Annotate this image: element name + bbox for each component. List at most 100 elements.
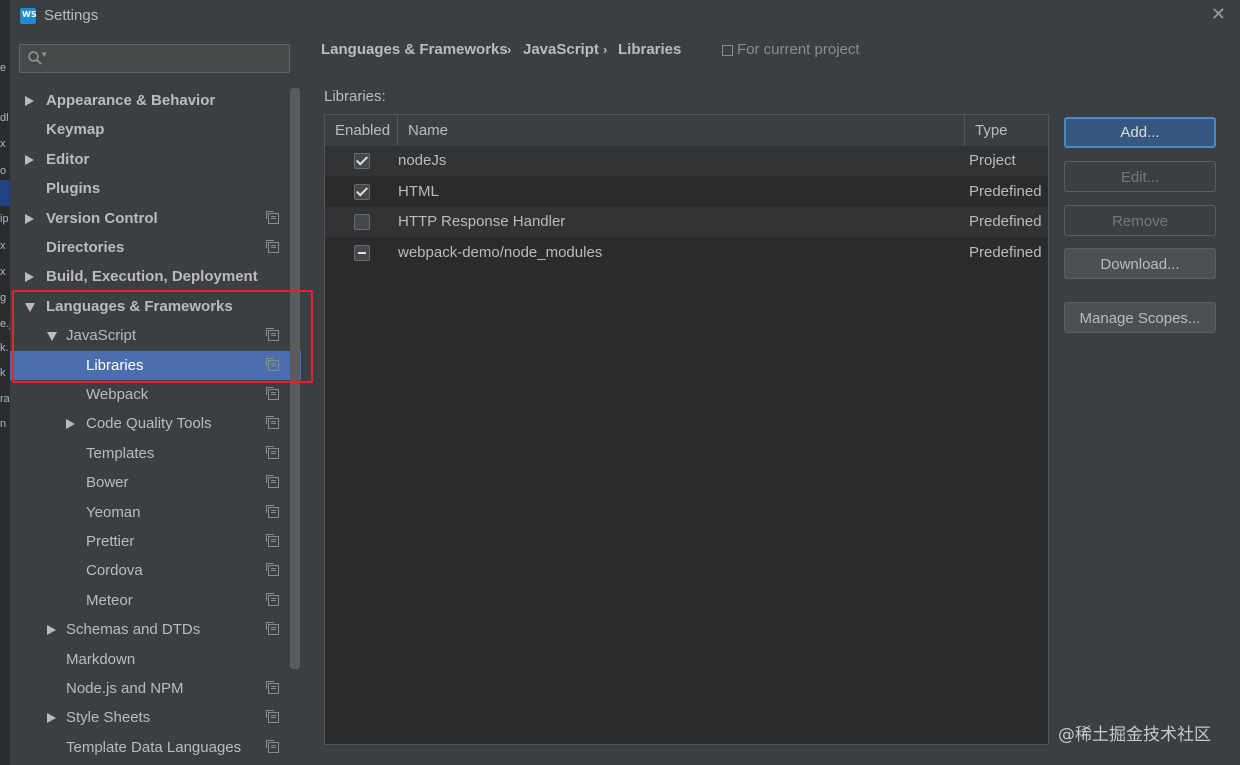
tree-item-build-execution-deployment[interactable]: Build, Execution, Deployment	[10, 262, 301, 291]
project-scope-icon	[266, 387, 279, 400]
tree-item-schemas-and-dtds[interactable]: Schemas and DTDs	[10, 615, 301, 644]
tree-item-label: Keymap	[46, 121, 105, 139]
tree-item-bower[interactable]: Bower	[10, 468, 301, 497]
tree-item-version-control[interactable]: Version Control	[10, 204, 301, 233]
tree-item-libraries[interactable]: Libraries	[10, 350, 301, 380]
manage-scopes-button[interactable]: Manage Scopes...	[1064, 302, 1216, 333]
tree-item-code-quality-tools[interactable]: Code Quality Tools	[10, 409, 301, 438]
background-glyph: x	[0, 266, 6, 278]
project-scope-icon	[266, 445, 279, 459]
enabled-checkbox[interactable]	[354, 153, 370, 169]
background-glyph: k	[0, 367, 6, 379]
tree-item-editor[interactable]: Editor	[10, 145, 301, 174]
tree-item-label: Prettier	[86, 533, 135, 550]
project-scope-icon	[266, 710, 279, 724]
background-glyph: o	[0, 165, 7, 177]
tree-item-label: Code Quality Tools	[86, 415, 212, 433]
tree-item-label: Templates	[86, 444, 155, 462]
tree-item-label: Bower	[86, 474, 129, 492]
project-scope-icon	[266, 592, 279, 606]
tree-item-label: Cordova	[86, 562, 143, 580]
tree-item-directories[interactable]: Directories	[10, 233, 301, 262]
tree-item-plugins[interactable]: Plugins	[10, 174, 301, 203]
breadcrumb-separator: ›	[603, 42, 608, 57]
background-glyph: e.j	[0, 318, 10, 330]
tree-item-cordova[interactable]: Cordova	[10, 556, 301, 585]
expand-arrow-icon[interactable]	[47, 713, 56, 724]
expand-arrow-icon[interactable]	[25, 213, 34, 224]
title-bar: WS Settings ✕	[10, 0, 1240, 34]
enabled-checkbox[interactable]	[354, 244, 370, 261]
project-scope-icon	[266, 563, 279, 577]
libraries-label: Libraries:	[324, 88, 386, 105]
tree-item-label: Plugins	[46, 180, 101, 198]
tree-item-label: Yeoman	[86, 503, 141, 521]
library-type: Project	[969, 152, 1016, 169]
settings-search-input[interactable]: ▾	[19, 44, 290, 73]
column-header-enabled[interactable]: Enabled	[335, 115, 390, 146]
search-dropdown-icon[interactable]: ▾	[42, 49, 47, 60]
enabled-checkbox[interactable]	[354, 183, 370, 200]
project-scope-icon	[266, 504, 279, 518]
tree-item-prettier[interactable]: Prettier	[10, 527, 301, 556]
library-name: webpack-demo/node_modules	[398, 243, 603, 261]
collapse-arrow-icon[interactable]	[25, 302, 35, 312]
add-button[interactable]: Add...	[1064, 117, 1216, 148]
webstorm-app-icon: WS	[20, 8, 37, 24]
tree-item-label: Meteor	[86, 591, 133, 609]
search-icon	[28, 51, 42, 65]
background-glyph: k.	[0, 342, 9, 354]
tree-item-template-data-languages[interactable]: Template Data Languages	[10, 733, 301, 762]
column-header-name[interactable]: Name	[408, 115, 448, 146]
project-scope-icon	[266, 416, 279, 430]
table-row[interactable]: HTML Predefined	[325, 177, 1048, 207]
tree-item-yeoman[interactable]: Yeoman	[10, 498, 301, 527]
table-row[interactable]: HTTP Response Handler Predefined	[325, 207, 1048, 237]
breadcrumb-item[interactable]: JavaScript	[523, 41, 599, 58]
table-row[interactable]: nodeJs Project	[325, 146, 1048, 176]
watermark: @稀土掘金技术社区	[1058, 725, 1211, 745]
column-header-type[interactable]: Type	[975, 115, 1008, 146]
library-type: Predefined	[969, 213, 1042, 230]
tree-item-label: Style Sheets	[66, 709, 151, 727]
tree-item-node-js-and-npm[interactable]: Node.js and NPM	[10, 674, 301, 703]
breadcrumb-separator: ›	[507, 42, 512, 57]
tree-item-markdown[interactable]: Markdown	[10, 645, 301, 674]
edit-button[interactable]: Edit...	[1064, 161, 1216, 192]
tree-item-appearance-behavior[interactable]: Appearance & Behavior	[10, 86, 301, 115]
project-scope-icon	[266, 328, 279, 342]
tree-item-meteor[interactable]: Meteor	[10, 586, 301, 615]
tree-item-javascript[interactable]: JavaScript	[10, 321, 301, 350]
tree-item-label: JavaScript	[66, 327, 137, 345]
tree-item-webpack[interactable]: Webpack	[10, 380, 301, 409]
table-header: Enabled Name Type	[325, 115, 1048, 147]
tree-item-languages-frameworks[interactable]: Languages & Frameworks	[10, 292, 301, 321]
expand-arrow-icon[interactable]	[66, 419, 75, 430]
tree-item-label: Template Data Languages	[66, 738, 242, 756]
breadcrumb-item: Libraries	[618, 41, 682, 58]
expand-arrow-icon[interactable]	[25, 272, 34, 283]
tree-item-style-sheets[interactable]: Style Sheets	[10, 703, 301, 732]
tree-item-label: Webpack	[86, 386, 149, 403]
table-row[interactable]: webpack-demo/node_modules Predefined	[325, 238, 1048, 268]
remove-button[interactable]: Remove	[1064, 205, 1216, 236]
settings-sidebar: ▾ Appearance & Behavior Keymap Editor Plugi…	[10, 34, 302, 765]
collapse-arrow-icon[interactable]	[47, 332, 57, 342]
tree-item-label: Appearance & Behavior	[46, 92, 216, 109]
background-glyph: ra	[0, 393, 10, 405]
expand-arrow-icon[interactable]	[25, 96, 34, 106]
column-divider[interactable]	[397, 115, 398, 146]
tree-item-keymap[interactable]: Keymap	[10, 115, 301, 144]
tree-item-templates[interactable]: Templates	[10, 439, 301, 468]
download-button[interactable]: Download...	[1064, 248, 1216, 279]
close-icon[interactable]: ✕	[1211, 4, 1226, 25]
column-divider[interactable]	[964, 115, 965, 146]
background-glyph: n	[0, 418, 7, 430]
libraries-table: Enabled Name Type nodeJs Project HTML Prede…	[324, 114, 1049, 745]
breadcrumb-item[interactable]: Languages & Frameworks	[321, 41, 508, 58]
scope-note: For current project	[737, 41, 860, 58]
sidebar-scrollbar[interactable]	[290, 88, 300, 669]
enabled-checkbox[interactable]	[354, 214, 370, 230]
expand-arrow-icon[interactable]	[47, 625, 56, 636]
expand-arrow-icon[interactable]	[25, 154, 34, 165]
